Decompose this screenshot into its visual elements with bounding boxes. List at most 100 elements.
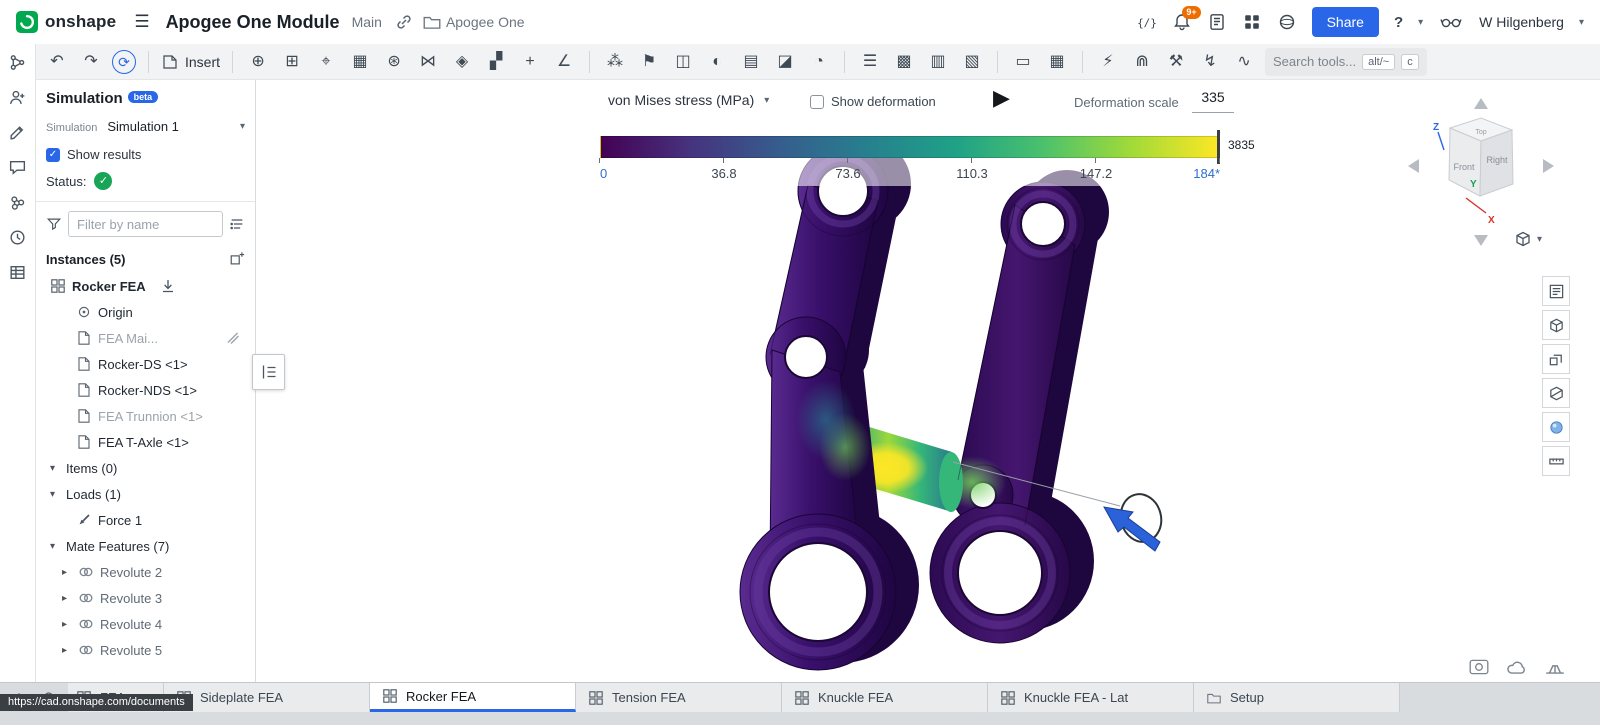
appearance-panel-icon[interactable] <box>1542 412 1570 442</box>
measure-icon[interactable]: ∠ <box>551 49 577 75</box>
tree-section[interactable]: ▾Items (0) <box>46 455 245 481</box>
properties-icon[interactable]: ▥ <box>925 49 951 75</box>
featurescript-icon[interactable]: {/} <box>1137 12 1157 32</box>
add-instance-icon[interactable] <box>229 251 245 267</box>
explode-icon[interactable]: ⁂ <box>602 49 628 75</box>
share-button[interactable]: Share <box>1312 7 1379 37</box>
render-studio-icon[interactable] <box>1277 12 1297 32</box>
undo-icon[interactable]: ↶ <box>44 49 70 75</box>
tree-item-root[interactable]: Rocker FEA <box>46 273 245 299</box>
section-panel-icon[interactable] <box>1542 378 1570 408</box>
drawing-icon[interactable]: ▭ <box>1010 49 1036 75</box>
tree-item[interactable]: FEA Trunnion <1> <box>46 403 245 429</box>
appearance-icon[interactable]: ◐ <box>704 49 730 75</box>
document-menu-icon[interactable]: ☰ <box>134 12 149 32</box>
tree-item[interactable]: Rocker-NDS <1> <box>46 377 245 403</box>
mirror-icon[interactable]: ⋈ <box>415 49 441 75</box>
user-caret-icon[interactable]: ▾ <box>1579 17 1584 28</box>
view-options-icon[interactable] <box>229 216 245 232</box>
viewcube-arrow-down[interactable] <box>1474 235 1488 246</box>
release-notes-icon[interactable] <box>1207 12 1227 32</box>
filter-input[interactable] <box>68 211 223 237</box>
show-deformation-checkbox[interactable]: Show deformation <box>810 94 936 109</box>
redo-icon[interactable]: ↷ <box>78 49 104 75</box>
history-icon[interactable] <box>5 225 30 250</box>
cloud-status-icon[interactable] <box>1506 658 1528 676</box>
snap-mode-icon[interactable]: ▞ <box>483 49 509 75</box>
notifications-icon[interactable]: 9+ <box>1172 12 1192 32</box>
tree-item-mate[interactable]: ▸Revolute 3 <box>46 585 245 611</box>
units-scale-icon[interactable] <box>1544 658 1566 676</box>
element-tab-tension-fea[interactable]: Tension FEA <box>576 683 782 712</box>
tree-item[interactable]: FEA T-Axle <1> <box>46 429 245 455</box>
rocker-assembly-model[interactable] <box>740 139 1109 670</box>
materials-icon[interactable]: ▩ <box>891 49 917 75</box>
viewcube[interactable]: Top Front Right <box>1449 118 1513 196</box>
parent-folder-label[interactable]: Apogee One <box>446 14 525 30</box>
result-type-dropdown[interactable]: von Mises stress (MPa) ▾ <box>608 92 769 108</box>
group-icon[interactable]: ⊞ <box>279 49 305 75</box>
deformation-scale-input[interactable]: 335 <box>1192 89 1234 113</box>
mate-icon[interactable]: ⊕ <box>245 49 271 75</box>
perf-grid-icon[interactable] <box>1468 658 1490 676</box>
play-animation-button[interactable]: ▶ <box>993 85 1010 111</box>
hidden-instances-icon[interactable]: ◔ <box>806 49 832 75</box>
tree-section[interactable]: ▾Loads (1) <box>46 481 245 507</box>
legend-colorbar[interactable] <box>600 136 1220 158</box>
bom-icon[interactable]: ▤ <box>738 49 764 75</box>
follow-glasses-icon[interactable] <box>1438 12 1464 32</box>
view-options-cube-button[interactable]: ▾ <box>1514 230 1542 248</box>
graphics-canvas[interactable]: von Mises stress (MPa) ▾ Show deformatio… <box>256 80 1600 682</box>
tree-item-mate[interactable]: ▸Revolute 4 <box>46 611 245 637</box>
tree-section[interactable]: ▾Mate Features (7) <box>46 533 245 559</box>
linear-pattern-icon[interactable]: ▦ <box>347 49 373 75</box>
viewcube-arrow-up[interactable] <box>1474 98 1488 109</box>
configurations-icon[interactable]: ☰ <box>857 49 883 75</box>
update-document-icon[interactable]: ⟳ <box>112 50 136 74</box>
element-tab-sideplate-fea[interactable]: Sideplate FEA <box>164 683 370 712</box>
model-panel-icon[interactable] <box>1542 310 1570 340</box>
search-tools-box[interactable]: Search tools... alt/~ c <box>1265 48 1427 76</box>
element-tab-knuckle-fea-lat[interactable]: Knuckle FEA - Lat <box>988 683 1194 712</box>
circular-pattern-icon[interactable]: ⊛ <box>381 49 407 75</box>
integrations-icon[interactable] <box>5 190 30 215</box>
tree-item[interactable]: Rocker-DS <1> <box>46 351 245 377</box>
viewcube-widget[interactable]: Top Front Right Z Y X <box>1400 92 1560 252</box>
display-states-icon[interactable]: ◫ <box>670 49 696 75</box>
tags-icon[interactable]: ▧ <box>959 49 985 75</box>
app-store-icon[interactable] <box>1242 12 1262 32</box>
comments-icon[interactable] <box>5 155 30 180</box>
element-tab-rocker-fea[interactable]: Rocker FEA <box>370 683 576 712</box>
section-view-icon[interactable]: ◪ <box>772 49 798 75</box>
parts-panel-icon[interactable] <box>1542 344 1570 374</box>
workspace-label[interactable]: Main <box>352 14 382 30</box>
tree-item-mate[interactable]: ▸Revolute 2 <box>46 559 245 585</box>
tables-icon[interactable]: ▦ <box>1044 49 1070 75</box>
viewcube-right-label[interactable]: Right <box>1486 155 1508 165</box>
replicate-icon[interactable]: ◈ <box>449 49 475 75</box>
link-icon[interactable] <box>394 12 414 32</box>
bolted-connections-icon[interactable]: ⚒ <box>1163 49 1189 75</box>
follow-icon[interactable] <box>5 85 30 110</box>
loads-icon[interactable]: ↯ <box>1197 49 1223 75</box>
tree-item[interactable]: Origin <box>46 299 245 325</box>
tree-item[interactable]: Force 1 <box>46 507 245 533</box>
force-arrow[interactable] <box>1104 507 1160 551</box>
simulation-selector[interactable]: Simulation 1 ▾ <box>107 119 245 134</box>
viewcube-arrow-right[interactable] <box>1543 159 1554 173</box>
versions-icon[interactable] <box>5 50 30 75</box>
tree-item[interactable]: FEA Mai... <box>46 325 245 351</box>
element-tab-knuckle-fea[interactable]: Knuckle FEA <box>782 683 988 712</box>
contacts-icon[interactable]: ⋒ <box>1129 49 1155 75</box>
help-caret-icon[interactable]: ▾ <box>1418 17 1423 28</box>
structure-flyout-button[interactable] <box>252 354 285 390</box>
user-menu[interactable]: W Hilgenberg <box>1479 14 1564 30</box>
mate-connector-icon[interactable]: ⌖ <box>313 49 339 75</box>
measure-panel-icon[interactable] <box>1542 446 1570 476</box>
onshape-logo[interactable]: onshape <box>16 11 116 33</box>
simulation-icon[interactable]: ⚡ <box>1095 49 1121 75</box>
named-positions-icon[interactable]: ⚑ <box>636 49 662 75</box>
viewcube-arrow-left[interactable] <box>1408 159 1419 173</box>
filter-funnel-icon[interactable] <box>46 216 62 232</box>
results-icon[interactable]: ∿ <box>1231 49 1257 75</box>
